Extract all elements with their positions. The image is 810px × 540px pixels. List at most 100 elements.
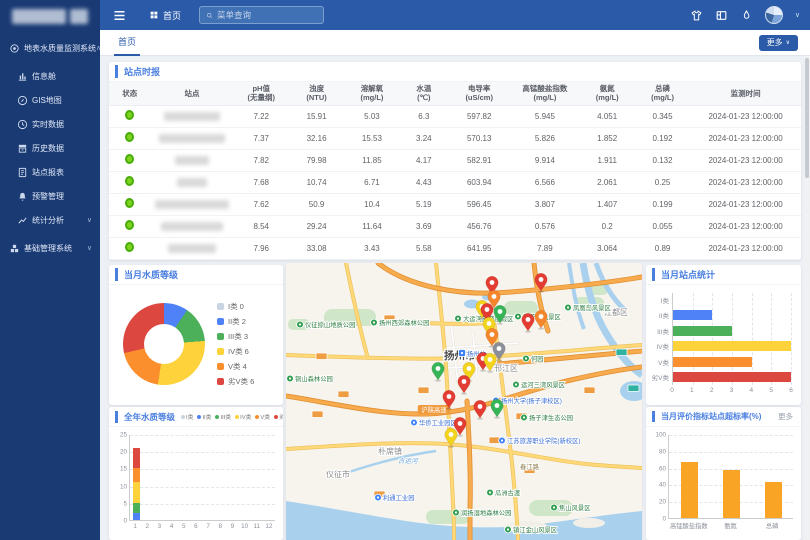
sidebar-item-1[interactable]: GIS地图 [0,88,100,112]
table-row[interactable]: 8.5429.2411.643.69456.760.5760.20.055202… [109,215,801,237]
table-row[interactable]: 7.2215.915.036.3597.825.9454.0510.345202… [109,105,801,127]
sidebar-item-base-system[interactable]: 基础管理系统∨ [0,236,100,260]
table-cell: 2024-01-23 12:00:00 [690,149,801,171]
sidebar-item-2[interactable]: 实时数据 [0,112,100,136]
map-label-edu: 扬州大学(扬子津校区) [501,396,562,405]
legend-item[interactable]: II类 2 [217,316,254,327]
menu-search-input[interactable] [217,10,317,20]
sidebar-item-label: GIS地图 [32,95,62,106]
x-tick-label: 3 [730,387,734,394]
table-row[interactable]: 7.6250.910.45.19596.453.8071.4070.199202… [109,193,801,215]
table-row[interactable]: 7.9633.083.435.58641.957.893.0640.892024… [109,237,801,259]
table-row[interactable]: 7.6810.746.714.43603.946.5662.0610.25202… [109,171,801,193]
scrollbar-thumb[interactable] [805,58,809,178]
user-avatar[interactable] [765,6,783,24]
station-name-blurred [164,112,220,121]
legend-item[interactable]: II类 [197,412,211,421]
sidebar-menu: 地表水质量监测系统∧ 信息舱 GIS地图实时数据历史数据站点报表预警管理统计分析∨ 基… [0,36,100,260]
legend-marker [217,318,224,325]
station-pin-red[interactable] [522,313,534,332]
exceed-rate-more-link[interactable]: 更多 [778,411,793,422]
sidebar-item-3[interactable]: 历史数据 [0,136,100,160]
layout-icon[interactable] [715,9,728,22]
gridline [130,435,275,436]
theme-skin-icon[interactable] [690,9,703,22]
table-cell [109,215,151,237]
legend-item[interactable]: III类 3 [217,331,254,342]
legend-marker [197,415,201,419]
table-cell: 5.19 [400,193,448,215]
stack-segment-II类 [133,513,140,520]
panel-header: 站点时报 [109,62,801,82]
legend-item[interactable]: IV类 [235,412,251,421]
sidebar-item-4[interactable]: 站点报表 [0,160,100,184]
legend-item[interactable]: V类 4 [217,361,254,372]
station-name-blurred [168,244,216,253]
poi-marker-dot [457,317,459,319]
status-dot [125,220,134,230]
poi-marker-dot [501,439,503,441]
legend-item[interactable]: 劣V类 6 [217,376,254,387]
table-cell: 2024-01-23 12:00:00 [690,215,801,237]
bar [673,310,712,320]
poi-marker-dot [299,323,301,325]
legend-item[interactable]: I类 0 [217,301,254,312]
y-tick-label: 100 [655,432,669,439]
station-pin-green[interactable] [432,362,444,381]
table-cell: 29.24 [289,215,344,237]
gridline [130,469,275,470]
table-cell [151,215,234,237]
stations-map[interactable]: 扬州市江都区邗江区仪征市朴席镇扬州西郊森林公园仪征捺山地质公园铜山森林公园凤凰岛… [286,263,642,540]
stacked-bar-month-1 [133,448,140,520]
station-name-blurred [159,134,225,143]
app-logo [0,0,100,36]
grade-donut-chart: I类 0 II类 2 III类 3 IV类 6 V类 4 劣V类 6 [109,285,283,403]
legend-label: III类 3 [228,331,248,342]
logo-blur [12,9,66,24]
legend-item[interactable]: IV类 6 [217,346,254,357]
sidebar-item-6[interactable]: 统计分析∨ [0,208,100,232]
annual-grade-legend: I类 II类 III类 IV类 V类劣V类 [181,412,283,421]
sidebar-item-root[interactable]: 地表水质量监测系统∧ [0,36,100,60]
flame-icon[interactable] [740,9,753,22]
table-cell [151,127,234,149]
table-row[interactable]: 7.3732.1615.533.24570.135.8261.8520.1922… [109,127,801,149]
sidebar-item-0[interactable]: 信息舱 [0,64,100,88]
legend-item[interactable]: III类 [215,412,231,421]
tab-home[interactable]: 首页 [114,30,140,56]
table-cell: 596.45 [448,193,510,215]
table-cell: 3.69 [400,215,448,237]
table-cell: 11.64 [344,215,399,237]
sidebar-item-5[interactable]: 预警管理 [0,184,100,208]
monthly-station-stats-panel: 当月站点统计 I类II类III类IV类V类劣V类 0123456 [646,265,801,405]
breadcrumb-home[interactable]: 首页 [149,9,181,22]
legend-item[interactable]: I类 [181,412,193,421]
x-tick-label: 0 [670,387,674,394]
chart-icon [17,71,28,82]
table-cell: 0.25 [635,171,690,193]
table-cell: 32.16 [289,127,344,149]
more-tabs-button[interactable]: 更多 ∨ [759,35,798,51]
cubes-icon [9,243,20,254]
table-cell [109,149,151,171]
scrollbar[interactable] [804,56,810,540]
map-label-district: 邗江区 [494,364,518,373]
station-pin-red[interactable] [474,400,486,419]
legend-item[interactable]: V类 [255,412,270,421]
table-row[interactable]: 7.8279.9811.854.17582.919.9141.9110.1322… [109,149,801,171]
x-tick-label: 4 [750,387,754,394]
user-menu-caret-icon[interactable]: ∨ [795,11,800,19]
sidebar-item-label: 站点报表 [32,167,64,178]
legend-item[interactable]: 劣V类 [274,412,283,421]
station-report-panel: 站点时报 状态站点pH值(无量纲)浊度(NTU)溶解氧(mg/L)水温(℃)电导… [109,62,801,260]
hamburger-menu-icon[interactable] [112,8,127,23]
station-pin-green[interactable] [491,399,503,418]
station-pin-red[interactable] [458,375,470,394]
table-cell: 5.58 [400,237,448,259]
table-cell: 10.4 [344,193,399,215]
x-tick-label: 3 [158,523,162,530]
menu-search-box[interactable] [199,6,324,24]
stack-segment-III类 [133,503,140,513]
table-cell: 15.53 [344,127,399,149]
bar-row-II类: II类 [673,310,791,320]
